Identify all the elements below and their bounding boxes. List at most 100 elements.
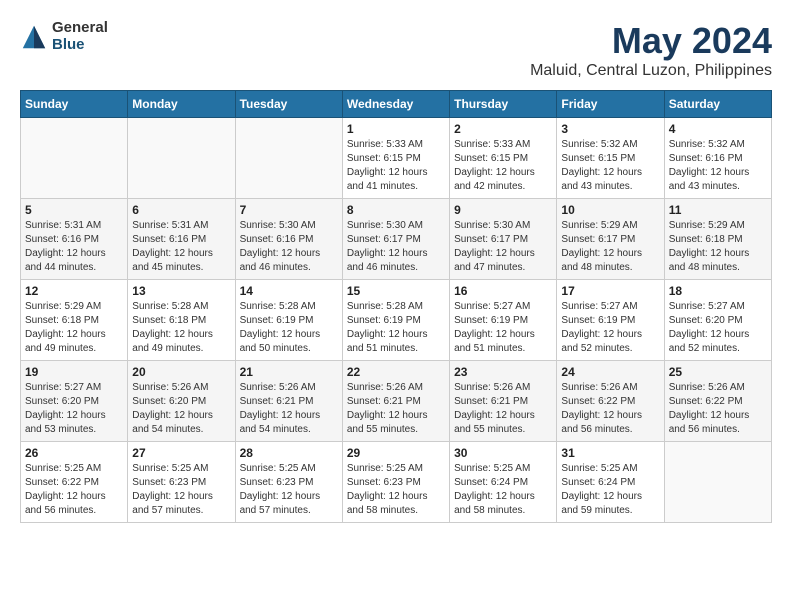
calendar-cell: 2 Sunrise: 5:33 AM Sunset: 6:15 PM Daylig…	[450, 118, 557, 199]
day-info: Sunrise: 5:27 AM Sunset: 6:20 PM Dayligh…	[25, 381, 123, 437]
logo-icon	[20, 23, 48, 51]
calendar-cell: 8 Sunrise: 5:30 AM Sunset: 6:17 PM Daylig…	[342, 199, 449, 280]
calendar-cell: 14 Sunrise: 5:28 AM Sunset: 6:19 PM Dayli…	[235, 280, 342, 361]
day-info: Sunrise: 5:30 AM Sunset: 6:16 PM Dayligh…	[240, 219, 338, 275]
day-number: 10	[561, 203, 659, 217]
day-number: 22	[347, 365, 445, 379]
day-number: 3	[561, 122, 659, 136]
calendar-cell: 9Sunrise: 5:30 AM Sunset: 6:17 PM Daylig…	[450, 199, 557, 280]
day-number: 24	[561, 365, 659, 379]
day-info: Sunrise: 5:27 AM Sunset: 6:19 PM Dayligh…	[561, 300, 659, 356]
day-number: 13	[132, 284, 230, 298]
day-info: Sunrise: 5:27 AM Sunset: 6:20 PM Dayligh…	[669, 300, 767, 356]
calendar-week-row: 26Sunrise: 5:25 AM Sunset: 6:22 PM Dayli…	[21, 442, 772, 523]
calendar-cell: 22 Sunrise: 5:26 AM Sunset: 6:21 PM Dayli…	[342, 361, 449, 442]
calendar-cell: 30Sunrise: 5:25 AM Sunset: 6:24 PM Dayli…	[450, 442, 557, 523]
day-number: 14	[240, 284, 338, 298]
day-number: 2	[454, 122, 552, 136]
day-info: Sunrise: 5:29 AM Sunset: 6:17 PM Dayligh…	[561, 219, 659, 275]
calendar-cell: 24 Sunrise: 5:26 AM Sunset: 6:22 PM Dayli…	[557, 361, 664, 442]
calendar-cell: 11 Sunrise: 5:29 AM Sunset: 6:18 PM Dayli…	[664, 199, 771, 280]
day-info: Sunrise: 5:26 AM Sunset: 6:21 PM Dayligh…	[347, 381, 445, 437]
calendar-table: SundayMondayTuesdayWednesdayThursdayFrid…	[20, 90, 772, 523]
day-number: 8	[347, 203, 445, 217]
calendar-cell: 7 Sunrise: 5:30 AM Sunset: 6:16 PM Daylig…	[235, 199, 342, 280]
day-number: 17	[561, 284, 659, 298]
calendar-week-row: 5 Sunrise: 5:31 AM Sunset: 6:16 PM Daylig…	[21, 199, 772, 280]
day-info: Sunrise: 5:25 AM Sunset: 6:23 PM Dayligh…	[240, 462, 338, 518]
calendar-cell: 18 Sunrise: 5:27 AM Sunset: 6:20 PM Dayli…	[664, 280, 771, 361]
calendar-cell: 25 Sunrise: 5:26 AM Sunset: 6:22 PM Dayli…	[664, 361, 771, 442]
day-number: 31	[561, 446, 659, 460]
day-info: Sunrise: 5:28 AM Sunset: 6:19 PM Dayligh…	[240, 300, 338, 356]
day-info: Sunrise: 5:26 AM Sunset: 6:22 PM Dayligh…	[669, 381, 767, 437]
calendar-cell: 27Sunrise: 5:25 AM Sunset: 6:23 PM Dayli…	[128, 442, 235, 523]
calendar-cell: 19Sunrise: 5:27 AM Sunset: 6:20 PM Dayli…	[21, 361, 128, 442]
page-header: General Blue May 2024 Maluid, Central Lu…	[20, 20, 772, 80]
day-number: 23	[454, 365, 552, 379]
day-number: 7	[240, 203, 338, 217]
day-number: 18	[669, 284, 767, 298]
day-info: Sunrise: 5:26 AM Sunset: 6:20 PM Dayligh…	[132, 381, 230, 437]
calendar-cell: 17 Sunrise: 5:27 AM Sunset: 6:19 PM Dayli…	[557, 280, 664, 361]
calendar-header: SundayMondayTuesdayWednesdayThursdayFrid…	[21, 91, 772, 118]
day-of-week-header: Friday	[557, 91, 664, 118]
calendar-week-row: 1Sunrise: 5:33 AM Sunset: 6:15 PM Daylig…	[21, 118, 772, 199]
calendar-cell: 26Sunrise: 5:25 AM Sunset: 6:22 PM Dayli…	[21, 442, 128, 523]
calendar-cell: 21Sunrise: 5:26 AM Sunset: 6:21 PM Dayli…	[235, 361, 342, 442]
calendar-cell: 23Sunrise: 5:26 AM Sunset: 6:21 PM Dayli…	[450, 361, 557, 442]
calendar-cell: 31 Sunrise: 5:25 AM Sunset: 6:24 PM Dayli…	[557, 442, 664, 523]
calendar-cell: 20 Sunrise: 5:26 AM Sunset: 6:20 PM Dayli…	[128, 361, 235, 442]
calendar-title: May 2024	[530, 20, 772, 62]
day-of-week-header: Saturday	[664, 91, 771, 118]
day-of-week-header: Thursday	[450, 91, 557, 118]
day-info: Sunrise: 5:31 AM Sunset: 6:16 PM Dayligh…	[132, 219, 230, 275]
day-info: Sunrise: 5:28 AM Sunset: 6:18 PM Dayligh…	[132, 300, 230, 356]
day-number: 20	[132, 365, 230, 379]
logo-blue: Blue	[52, 37, 108, 54]
calendar-cell: 3 Sunrise: 5:32 AM Sunset: 6:15 PM Daylig…	[557, 118, 664, 199]
day-info: Sunrise: 5:27 AM Sunset: 6:19 PM Dayligh…	[454, 300, 552, 356]
calendar-week-row: 12 Sunrise: 5:29 AM Sunset: 6:18 PM Dayli…	[21, 280, 772, 361]
day-number: 25	[669, 365, 767, 379]
day-number: 21	[240, 365, 338, 379]
day-info: Sunrise: 5:30 AM Sunset: 6:17 PM Dayligh…	[347, 219, 445, 275]
day-info: Sunrise: 5:33 AM Sunset: 6:15 PM Dayligh…	[454, 138, 552, 194]
day-number: 6	[132, 203, 230, 217]
day-number: 30	[454, 446, 552, 460]
logo-general: General	[52, 20, 108, 37]
day-info: Sunrise: 5:31 AM Sunset: 6:16 PM Dayligh…	[25, 219, 123, 275]
calendar-cell: 28 Sunrise: 5:25 AM Sunset: 6:23 PM Dayli…	[235, 442, 342, 523]
calendar-cell	[21, 118, 128, 199]
day-info: Sunrise: 5:32 AM Sunset: 6:16 PM Dayligh…	[669, 138, 767, 194]
day-info: Sunrise: 5:32 AM Sunset: 6:15 PM Dayligh…	[561, 138, 659, 194]
day-number: 4	[669, 122, 767, 136]
day-info: Sunrise: 5:26 AM Sunset: 6:22 PM Dayligh…	[561, 381, 659, 437]
day-number: 29	[347, 446, 445, 460]
day-number: 16	[454, 284, 552, 298]
calendar-cell: 5 Sunrise: 5:31 AM Sunset: 6:16 PM Daylig…	[21, 199, 128, 280]
calendar-week-row: 19Sunrise: 5:27 AM Sunset: 6:20 PM Dayli…	[21, 361, 772, 442]
calendar-cell: 13 Sunrise: 5:28 AM Sunset: 6:18 PM Dayli…	[128, 280, 235, 361]
day-info: Sunrise: 5:25 AM Sunset: 6:23 PM Dayligh…	[347, 462, 445, 518]
day-number: 11	[669, 203, 767, 217]
day-number: 28	[240, 446, 338, 460]
day-of-week-header: Tuesday	[235, 91, 342, 118]
day-info: Sunrise: 5:25 AM Sunset: 6:24 PM Dayligh…	[561, 462, 659, 518]
calendar-cell: 15Sunrise: 5:28 AM Sunset: 6:19 PM Dayli…	[342, 280, 449, 361]
day-number: 12	[25, 284, 123, 298]
calendar-cell: 29 Sunrise: 5:25 AM Sunset: 6:23 PM Dayli…	[342, 442, 449, 523]
calendar-cell: 10 Sunrise: 5:29 AM Sunset: 6:17 PM Dayli…	[557, 199, 664, 280]
day-info: Sunrise: 5:28 AM Sunset: 6:19 PM Dayligh…	[347, 300, 445, 356]
calendar-cell	[664, 442, 771, 523]
day-info: Sunrise: 5:33 AM Sunset: 6:15 PM Dayligh…	[347, 138, 445, 194]
calendar-cell	[235, 118, 342, 199]
title-block: May 2024 Maluid, Central Luzon, Philippi…	[530, 20, 772, 80]
calendar-cell: 6 Sunrise: 5:31 AM Sunset: 6:16 PM Daylig…	[128, 199, 235, 280]
day-info: Sunrise: 5:25 AM Sunset: 6:22 PM Dayligh…	[25, 462, 123, 518]
day-info: Sunrise: 5:29 AM Sunset: 6:18 PM Dayligh…	[669, 219, 767, 275]
day-info: Sunrise: 5:29 AM Sunset: 6:18 PM Dayligh…	[25, 300, 123, 356]
day-number: 5	[25, 203, 123, 217]
day-of-week-header: Sunday	[21, 91, 128, 118]
day-of-week-header: Monday	[128, 91, 235, 118]
